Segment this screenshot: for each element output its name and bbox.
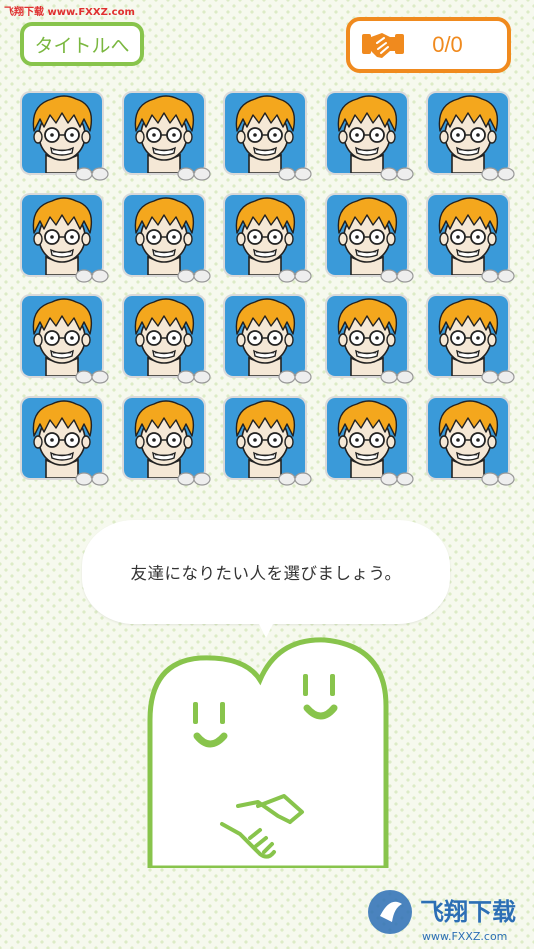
face-portrait-icon (123, 296, 204, 376)
candidate-card[interactable] (428, 194, 516, 283)
smiling-friends-handshake-icon (147, 637, 389, 868)
face-portrait-icon (22, 194, 102, 275)
candidate-card[interactable] (123, 194, 212, 283)
face-portrait-icon (326, 93, 407, 173)
corner-logo-text: 飞翔下载 (420, 898, 516, 926)
candidate-grid (22, 93, 516, 486)
face-portrait-icon (22, 397, 102, 478)
face-portrait-icon (225, 296, 305, 376)
glasses-icon (480, 165, 516, 181)
handshake-icon (362, 33, 404, 58)
candidate-card[interactable] (123, 397, 212, 486)
glasses-icon (379, 267, 415, 283)
speech-bubble: 友達になりたい人を選びましょう。 (82, 520, 450, 624)
candidate-card[interactable] (22, 397, 110, 486)
glasses-icon (379, 165, 415, 181)
glasses-icon (480, 368, 516, 384)
glasses-icon (74, 368, 110, 384)
face-portrait-icon (123, 194, 204, 275)
glasses-icon (379, 368, 415, 384)
face-portrait-icon (428, 397, 508, 478)
face-portrait-icon (22, 296, 102, 376)
glasses-icon (379, 470, 415, 486)
candidate-card[interactable] (225, 194, 313, 283)
candidate-card[interactable] (22, 194, 110, 283)
candidate-card[interactable] (428, 93, 516, 181)
glasses-icon (480, 470, 516, 486)
candidate-card[interactable] (428, 397, 516, 486)
candidate-card[interactable] (326, 93, 415, 181)
face-portrait-icon (225, 194, 305, 275)
glasses-icon (176, 368, 212, 384)
face-portrait-icon (326, 397, 407, 478)
glasses-icon (176, 267, 212, 283)
face-portrait-icon (428, 194, 508, 275)
candidate-card[interactable] (326, 194, 415, 283)
glasses-icon (277, 368, 313, 384)
glasses-icon (74, 165, 110, 181)
face-portrait-icon (428, 296, 508, 376)
glasses-icon (480, 267, 516, 283)
candidate-card[interactable] (123, 93, 212, 181)
candidate-card[interactable] (22, 93, 110, 181)
back-to-title-label: タイトルへ (34, 34, 130, 57)
glasses-icon (74, 267, 110, 283)
glasses-icon (277, 470, 313, 486)
glasses-icon (277, 165, 313, 181)
corner-logo-url: www.FXXZ.com (422, 930, 507, 943)
candidate-card[interactable] (326, 397, 415, 486)
glasses-icon (277, 267, 313, 283)
candidate-card[interactable] (326, 296, 415, 384)
face-portrait-icon (326, 296, 407, 376)
candidate-card[interactable] (123, 296, 212, 384)
candidate-card[interactable] (225, 397, 313, 486)
friend-count-button[interactable]: 0/0 (346, 17, 511, 73)
candidate-card[interactable] (225, 296, 313, 384)
instruction-text: 友達になりたい人を選びましょう。 (130, 564, 402, 583)
face-portrait-icon (123, 93, 204, 173)
site-watermark: 飞翔下载 www.FXXZ.com (4, 7, 135, 18)
candidate-card[interactable] (428, 296, 516, 384)
face-portrait-icon (326, 194, 407, 275)
face-portrait-icon (123, 397, 204, 478)
candidate-card[interactable] (22, 296, 110, 384)
candidate-card[interactable] (225, 93, 313, 181)
friend-count-value: 0/0 (432, 32, 463, 57)
face-portrait-icon (22, 93, 102, 173)
glasses-icon (176, 470, 212, 486)
glasses-icon (74, 470, 110, 486)
face-portrait-icon (428, 93, 508, 173)
face-portrait-icon (225, 397, 305, 478)
back-to-title-button[interactable]: タイトルへ (20, 22, 144, 66)
glasses-icon (176, 165, 212, 181)
face-portrait-icon (225, 93, 305, 173)
corner-watermark-logo: 飞翔下载 www.FXXZ.com (368, 890, 516, 943)
